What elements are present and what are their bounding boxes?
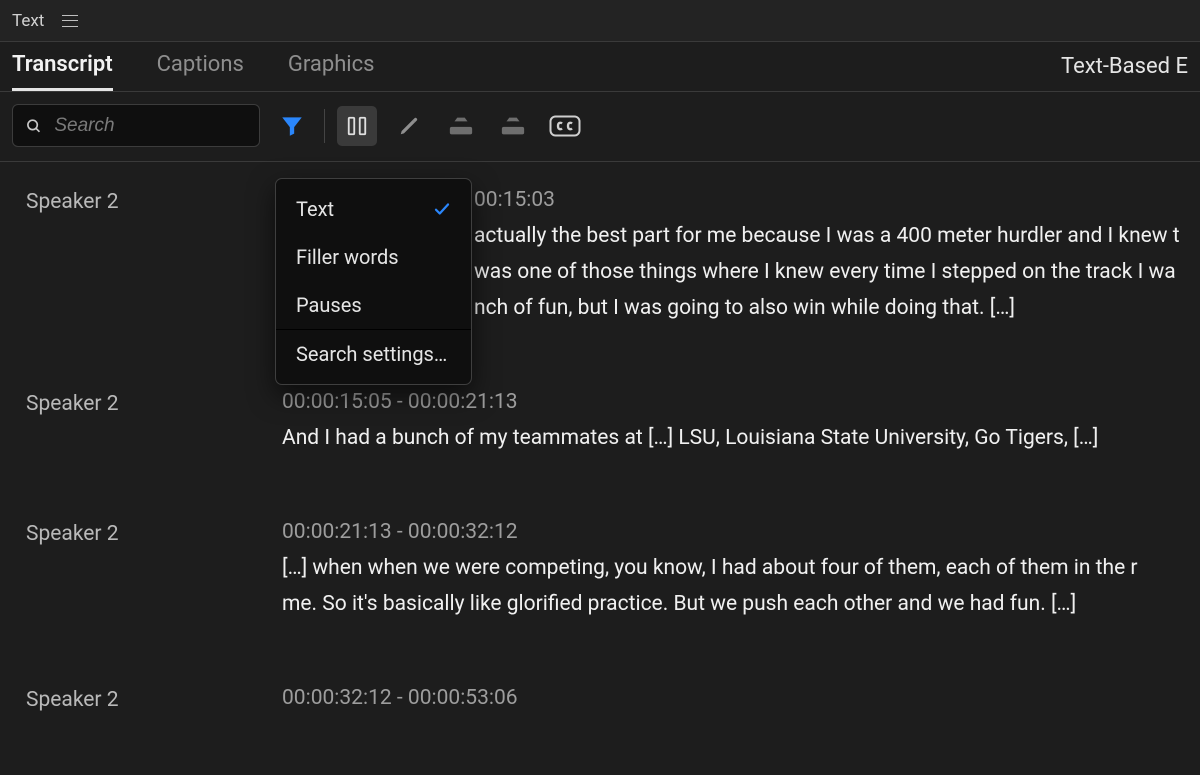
- closed-caption-icon: [549, 115, 581, 137]
- funnel-icon: [279, 113, 305, 139]
- transcript-row[interactable]: Speaker 2 00:00:32:12 - 00:00:53:06: [26, 686, 1200, 716]
- transcript-content[interactable]: 00:00:21:13 - 00:00:32:12 […] when when …: [282, 520, 1200, 622]
- filter-option-pauses[interactable]: Pauses: [276, 281, 471, 329]
- insert-segment-button[interactable]: [337, 106, 377, 146]
- checkmark-icon: [433, 200, 451, 218]
- transcript-body: Speaker 2 00:15:03 actually the best par…: [0, 162, 1200, 716]
- search-input[interactable]: [54, 115, 247, 137]
- export-down-button[interactable]: [441, 106, 481, 146]
- speaker-label[interactable]: Speaker 2: [26, 390, 282, 456]
- filter-option-filler-words[interactable]: Filler words: [276, 233, 471, 281]
- panel-title: Text: [12, 11, 44, 31]
- pencil-icon: [398, 115, 420, 137]
- transcript-row[interactable]: Speaker 2 00:15:03 actually the best par…: [26, 188, 1200, 326]
- transcript-line[interactable]: […] when when we were competing, you kno…: [282, 550, 1200, 586]
- title-bar: Text: [0, 0, 1200, 42]
- transcript-line[interactable]: And I had a bunch of my teammates at […]…: [282, 420, 1200, 456]
- filter-option-text[interactable]: Text: [276, 185, 471, 233]
- export-up-button[interactable]: [493, 106, 533, 146]
- filter-option-label: Text: [296, 197, 334, 221]
- timecode: 00:00:32:12 - 00:00:53:06: [282, 686, 1200, 710]
- filter-dropdown: Text Filler words Pauses Search settings…: [275, 178, 472, 385]
- speaker-label[interactable]: Speaker 2: [26, 520, 282, 622]
- export-up-icon: [500, 115, 526, 137]
- sliders-icon: [346, 115, 368, 137]
- speaker-label[interactable]: Speaker 2: [26, 188, 282, 326]
- cc-button[interactable]: [545, 106, 585, 146]
- subnav: Transcript Captions Graphics Text-Based …: [0, 42, 1200, 92]
- transcript-content[interactable]: 00:00:32:12 - 00:00:53:06: [282, 686, 1200, 716]
- search-icon: [25, 116, 42, 136]
- timecode: 00:00:21:13 - 00:00:32:12: [282, 520, 1200, 544]
- timecode: 00:00:15:05 - 00:00:21:13: [282, 390, 1200, 414]
- tab-graphics[interactable]: Graphics: [288, 42, 375, 91]
- panel-menu-icon[interactable]: [62, 15, 78, 27]
- transcript-line[interactable]: me. So it's basically like glorified pra…: [282, 586, 1200, 622]
- tab-captions[interactable]: Captions: [157, 42, 244, 91]
- transcript-row[interactable]: Speaker 2 00:00:21:13 - 00:00:32:12 […] …: [26, 520, 1200, 622]
- export-down-icon: [448, 115, 474, 137]
- search-box[interactable]: [12, 104, 260, 147]
- tab-transcript[interactable]: Transcript: [12, 42, 113, 91]
- text-based-editing-label[interactable]: Text-Based E: [1061, 54, 1188, 79]
- filter-option-search-settings[interactable]: Search settings…: [276, 329, 471, 378]
- transcript-content[interactable]: 00:00:15:05 - 00:00:21:13 And I had a bu…: [282, 390, 1200, 456]
- toolbar-divider: [324, 109, 325, 143]
- transcript-row[interactable]: Speaker 2 00:00:15:05 - 00:00:21:13 And …: [26, 390, 1200, 456]
- toolbar: [0, 92, 1200, 162]
- filter-button[interactable]: [272, 106, 312, 146]
- speaker-label[interactable]: Speaker 2: [26, 686, 282, 716]
- filter-option-label: Search settings…: [296, 342, 447, 366]
- filter-option-label: Filler words: [296, 245, 399, 269]
- edit-button[interactable]: [389, 106, 429, 146]
- filter-option-label: Pauses: [296, 293, 362, 317]
